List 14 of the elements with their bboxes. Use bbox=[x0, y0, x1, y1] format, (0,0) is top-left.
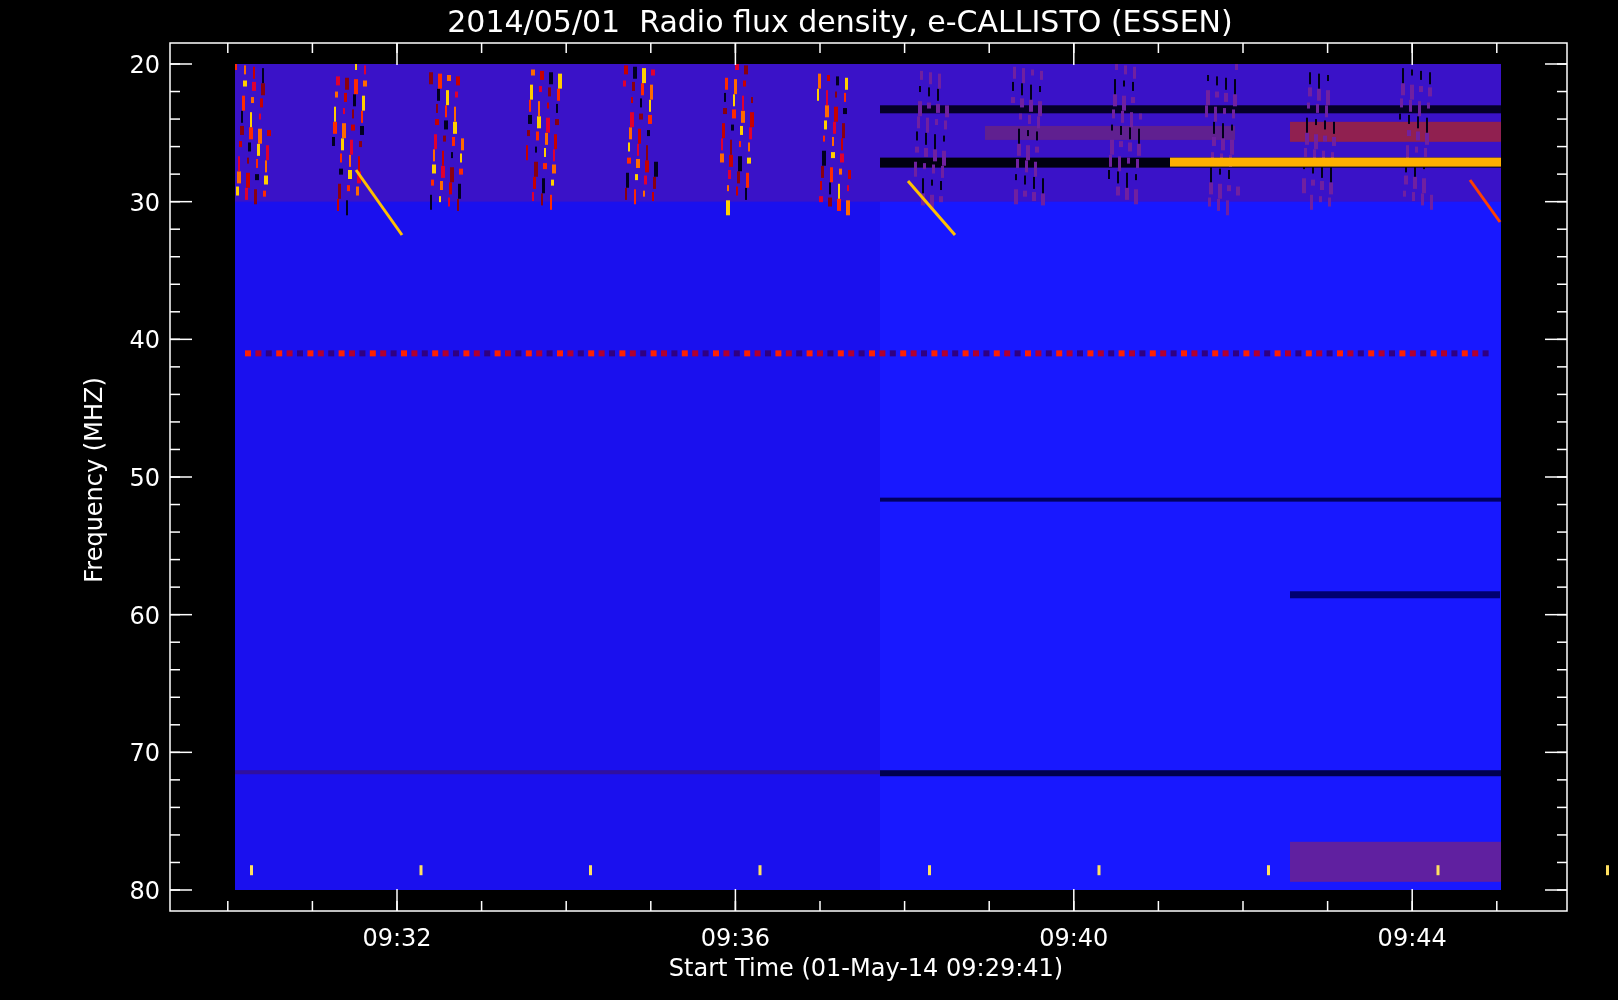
tick-label: 40 bbox=[129, 326, 160, 355]
tick-label: 50 bbox=[129, 464, 160, 492]
tick-label: 20 bbox=[129, 51, 160, 79]
tick-label: 09:44 bbox=[1377, 924, 1447, 952]
tick-label: 70 bbox=[129, 739, 160, 768]
tick-label: 80 bbox=[129, 877, 160, 905]
tick-label: 09:36 bbox=[700, 924, 770, 952]
tick-label: 09:32 bbox=[362, 924, 432, 952]
tick-label: 60 bbox=[129, 601, 160, 630]
axis-label: Frequency (MHZ) bbox=[80, 377, 108, 583]
axis-label: Start Time (01-May-14 09:29:41) bbox=[668, 954, 1064, 982]
tick-label: 30 bbox=[129, 188, 160, 217]
chart-title: 2014/05/01 Radio flux density, e-CALLISTO (ESSEN) bbox=[447, 4, 1233, 39]
tick-label: 09:40 bbox=[1039, 924, 1109, 952]
